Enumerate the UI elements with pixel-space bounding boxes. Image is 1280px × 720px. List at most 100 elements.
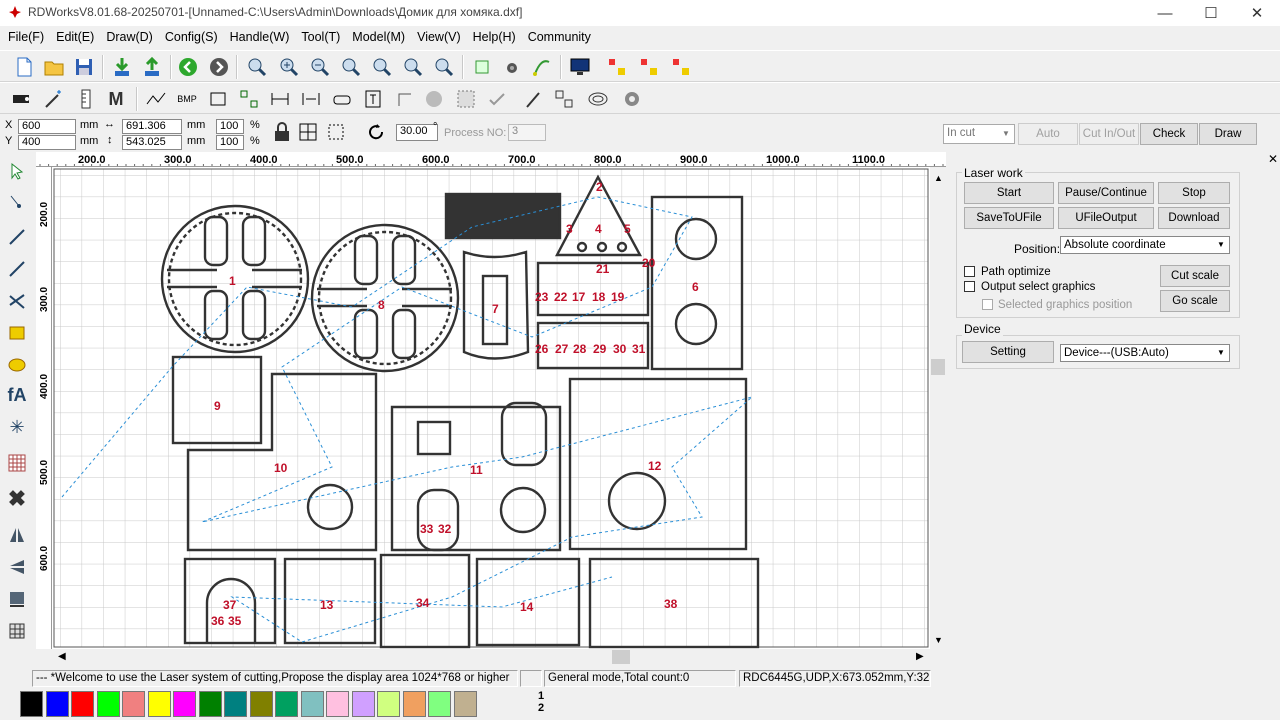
ufile-output-button[interactable]: UFileOutput xyxy=(1058,207,1154,229)
color-swatch[interactable] xyxy=(275,691,298,717)
color-swatch[interactable] xyxy=(71,691,94,717)
import-icon[interactable] xyxy=(108,53,136,81)
line-tool-icon[interactable] xyxy=(3,223,31,251)
close-window-button[interactable]: ✕ xyxy=(1234,0,1280,26)
menu-file[interactable]: File(F) xyxy=(2,26,50,48)
node-select-icon[interactable] xyxy=(3,189,31,217)
bmp-icon[interactable]: BMP xyxy=(173,85,201,113)
text-tool-icon[interactable]: fA xyxy=(3,381,31,409)
cut-in-out-button[interactable]: Cut In/Out xyxy=(1079,123,1139,145)
save-icon[interactable] xyxy=(70,53,98,81)
sphere-icon[interactable] xyxy=(420,85,448,113)
horizontal-scroll-thumb[interactable] xyxy=(612,650,630,664)
color-swatch[interactable] xyxy=(147,691,171,717)
go-scale-button[interactable]: Go scale xyxy=(1160,290,1230,312)
align-icon-3[interactable] xyxy=(667,53,695,81)
width-percent-input[interactable]: 100 xyxy=(216,119,244,134)
color-swatch[interactable] xyxy=(224,691,247,717)
zoom-data-icon[interactable] xyxy=(399,53,427,81)
color-swatch[interactable] xyxy=(453,691,477,717)
color-swatch[interactable] xyxy=(326,691,349,717)
color-swatch[interactable] xyxy=(428,691,451,717)
ruler-icon[interactable] xyxy=(72,85,100,113)
forward-icon[interactable] xyxy=(205,53,233,81)
grid-array-icon[interactable] xyxy=(3,449,31,477)
save-to-ufile-button[interactable]: SaveToUFile xyxy=(964,207,1054,229)
menu-tool[interactable]: Tool(T) xyxy=(295,26,346,48)
auto-button[interactable]: Auto xyxy=(1018,123,1078,145)
camera-icon[interactable] xyxy=(498,53,526,81)
offset-icon[interactable] xyxy=(584,85,612,113)
cut-mode-select[interactable]: In cut ▼ xyxy=(943,124,1015,144)
color-swatch[interactable] xyxy=(20,691,43,717)
polyline-tool-icon[interactable] xyxy=(3,255,31,283)
y-input[interactable]: 400 xyxy=(18,135,76,150)
dotted-frame-icon[interactable] xyxy=(452,85,480,113)
mirror-h-icon[interactable] xyxy=(3,521,31,549)
scroll-right-icon[interactable]: ▶ xyxy=(916,651,924,662)
minimize-button[interactable]: — xyxy=(1142,0,1188,26)
new-file-icon[interactable] xyxy=(10,53,38,81)
zoom-in-icon[interactable] xyxy=(275,53,303,81)
position-select[interactable]: Absolute coordinate ▼ xyxy=(1060,236,1230,254)
pan-icon[interactable] xyxy=(243,53,271,81)
back-icon[interactable] xyxy=(174,53,202,81)
menu-view[interactable]: View(V) xyxy=(411,26,467,48)
color-swatch[interactable] xyxy=(300,691,324,717)
scroll-up-icon[interactable]: ▲ xyxy=(934,173,943,183)
cut-scale-button[interactable]: Cut scale xyxy=(1160,265,1230,287)
pause-continue-button[interactable]: Pause/Continue xyxy=(1058,182,1154,204)
drawing-canvas[interactable]: 1 2 3 4 5 6 7 8 9 10 11 12 13 14 17 18 19 20 21 22 23 26 27 28 2… xyxy=(52,167,930,649)
color-swatch[interactable] xyxy=(402,691,426,717)
angle-input[interactable]: 30.00 xyxy=(396,124,438,141)
horizontal-scrollbar[interactable]: ◀ ▶ xyxy=(52,649,930,665)
color-swatch[interactable] xyxy=(377,691,400,717)
check-button[interactable]: Check xyxy=(1140,123,1198,145)
center-grid-icon[interactable] xyxy=(296,120,320,144)
m-tool-icon[interactable]: M xyxy=(102,85,130,113)
cut-path-icon[interactable] xyxy=(518,85,546,113)
color-swatch[interactable] xyxy=(122,691,145,717)
process-input[interactable]: 3 xyxy=(508,124,546,141)
color-swatch[interactable] xyxy=(351,691,375,717)
color-swatch[interactable] xyxy=(96,691,120,717)
settings-gear-icon[interactable] xyxy=(618,85,646,113)
scroll-down-icon[interactable]: ▼ xyxy=(934,635,943,645)
select-arrow-icon[interactable] xyxy=(3,157,31,185)
layer-icon[interactable] xyxy=(3,585,31,613)
color-swatch[interactable] xyxy=(173,691,196,717)
laser-head-icon[interactable] xyxy=(8,85,36,113)
width-input[interactable]: 691.306 xyxy=(122,119,182,134)
color-swatch[interactable] xyxy=(45,691,69,717)
curve-tool-icon[interactable] xyxy=(3,287,31,315)
align-icon-2[interactable] xyxy=(635,53,663,81)
export-icon[interactable] xyxy=(138,53,166,81)
lock-icon[interactable] xyxy=(270,120,294,144)
h-equal-icon[interactable] xyxy=(297,85,325,113)
corner-icon[interactable] xyxy=(390,85,418,113)
polyline-icon[interactable] xyxy=(142,85,170,113)
stop-button[interactable]: Stop xyxy=(1158,182,1230,204)
delete-x-icon[interactable]: ✖ xyxy=(3,485,31,513)
print-icon[interactable] xyxy=(328,85,356,113)
color-swatch[interactable] xyxy=(198,691,222,717)
start-button[interactable]: Start xyxy=(964,182,1054,204)
height-input[interactable]: 543.025 xyxy=(122,135,182,150)
array-icon[interactable] xyxy=(550,85,578,113)
node-edit-icon[interactable] xyxy=(528,53,556,81)
open-folder-icon[interactable] xyxy=(40,53,68,81)
grid-tool-icon[interactable] xyxy=(3,617,31,645)
check-marks-icon[interactable] xyxy=(484,85,512,113)
menu-model[interactable]: Model(M) xyxy=(346,26,411,48)
panel-close-icon[interactable]: ✕ xyxy=(1268,152,1278,166)
selected-position-checkbox[interactable] xyxy=(982,299,993,310)
draw-button[interactable]: Draw xyxy=(1199,123,1257,145)
zoom-page-icon[interactable] xyxy=(337,53,365,81)
mirror-v-icon[interactable] xyxy=(3,553,31,581)
color-swatch[interactable] xyxy=(249,691,273,717)
zoom-select-icon[interactable] xyxy=(368,53,396,81)
menu-community[interactable]: Community xyxy=(522,26,597,48)
menu-draw[interactable]: Draw(D) xyxy=(100,26,159,48)
group-icon[interactable] xyxy=(235,85,263,113)
point-tool-icon[interactable]: ✳ xyxy=(3,413,31,441)
